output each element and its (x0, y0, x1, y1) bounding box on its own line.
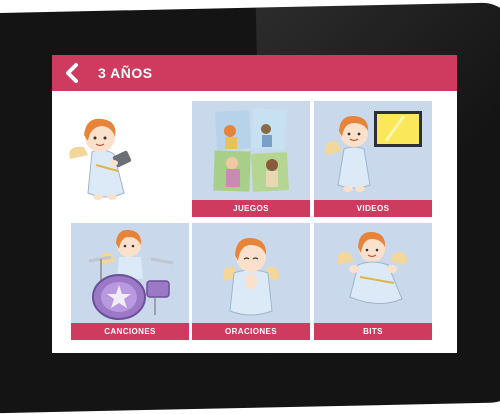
app-screen: 3 AÑOS JUEGOS VIDEOS CANCIONES ORACIONES… (52, 55, 457, 353)
angel-with-tablet-illustration (69, 118, 132, 200)
tile-label: VIDEOS (314, 200, 432, 217)
page-title: 3 AÑOS (98, 65, 153, 81)
chevron-left-icon[interactable] (64, 62, 80, 84)
tile-canciones[interactable]: CANCIONES (71, 223, 189, 340)
tile-label: BITS (314, 323, 432, 340)
puzzle-icon (192, 101, 310, 200)
top-bar: 3 AÑOS (52, 55, 457, 91)
tv-screen-icon (314, 101, 432, 200)
tile-juegos[interactable]: JUEGOS (192, 101, 310, 217)
tile-label: CANCIONES (71, 323, 189, 340)
drum-kit-icon (71, 223, 189, 323)
tile-bits[interactable]: BITS (314, 223, 432, 340)
tile-videos[interactable]: VIDEOS (314, 101, 432, 217)
flying-angel-icon (314, 223, 432, 323)
tile-label: ORACIONES (192, 323, 310, 340)
tile-label: JUEGOS (192, 200, 310, 217)
tile-oraciones[interactable]: ORACIONES (192, 223, 310, 340)
praying-angel-icon (192, 223, 310, 323)
